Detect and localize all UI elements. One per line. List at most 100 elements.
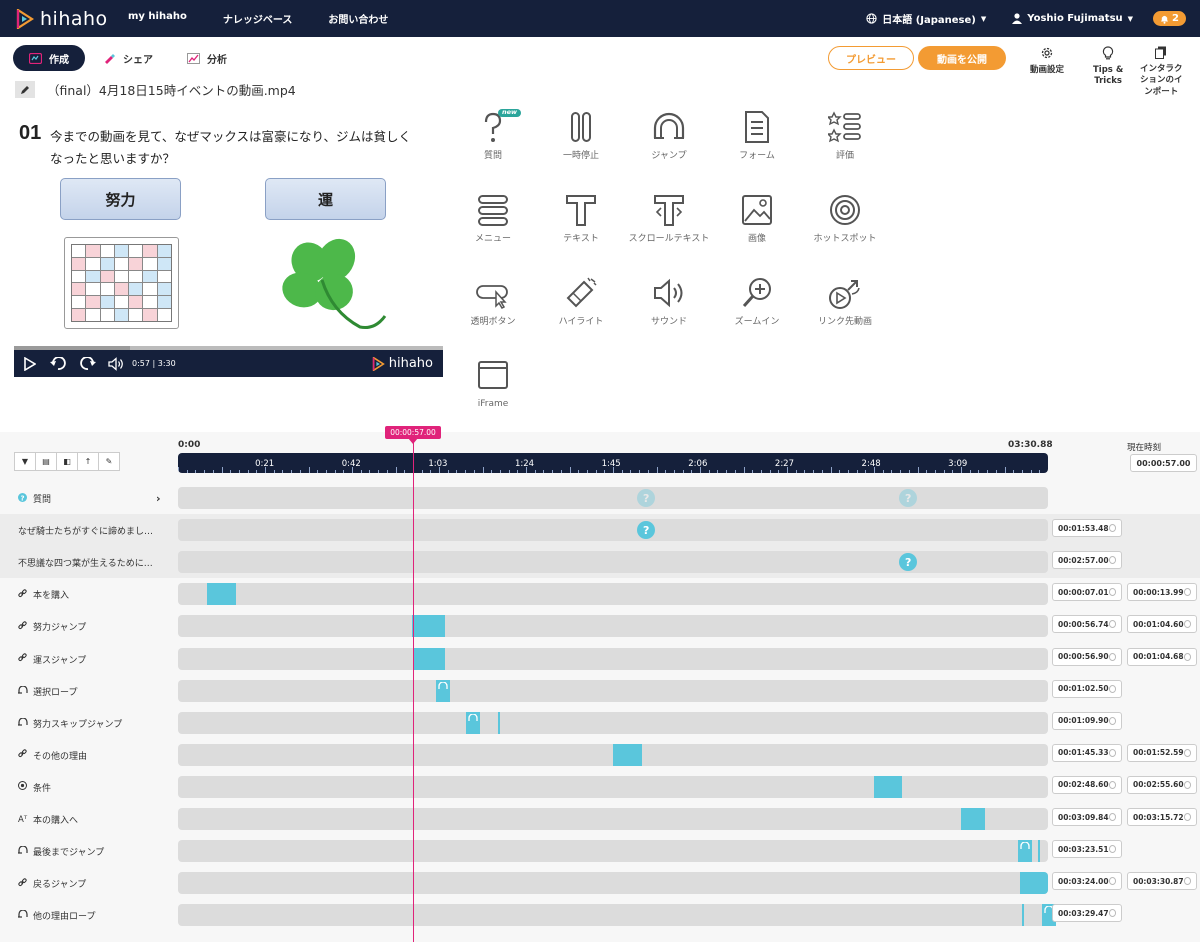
timeline-row[interactable]: 戻るジャンプ 00:03:24.00 00:03:30.87: [0, 867, 1200, 899]
language-selector[interactable]: 日本語 (Japanese) ▼: [866, 11, 986, 26]
nav-link-knowledge-base[interactable]: ナレッジベース: [223, 11, 293, 26]
preview-button[interactable]: プレビュー: [828, 46, 914, 70]
start-time-field[interactable]: 00:03:09.84: [1052, 808, 1122, 826]
timeline-row[interactable]: 他の理由ロープ 00:03:29.47: [0, 899, 1200, 931]
video-preview[interactable]: 01 今までの動画を見て、なぜマックスは富豪になり、ジムは貧しく なったと思いま…: [14, 110, 443, 377]
timeline-track[interactable]: ??: [178, 487, 1048, 509]
publish-button[interactable]: 動画を公開: [918, 46, 1006, 70]
timeline-track[interactable]: ?: [178, 551, 1048, 574]
widget-transparent-button[interactable]: 透明ボタン: [452, 276, 534, 328]
timeline-row[interactable]: 本を購入 00:00:07.01 00:00:13.99: [0, 578, 1200, 610]
playhead-line[interactable]: [413, 432, 414, 942]
widget-image[interactable]: 画像: [716, 193, 798, 245]
jump-target-marker[interactable]: [497, 711, 500, 734]
interaction-segment[interactable]: [1019, 872, 1048, 895]
widget-rating[interactable]: 評価: [804, 110, 886, 162]
start-time-field[interactable]: 00:01:53.48: [1052, 519, 1122, 538]
play-button[interactable]: [23, 356, 36, 371]
timeline-row[interactable]: 努力ジャンプ 00:00:56.74 00:01:04.60: [0, 610, 1200, 642]
timeline-row[interactable]: 最後までジャンプ 00:03:23.51: [0, 835, 1200, 867]
interaction-segment[interactable]: [873, 775, 903, 798]
start-time-field[interactable]: 00:01:09.90: [1052, 711, 1122, 730]
list-icon[interactable]: ▤: [35, 452, 57, 471]
tab-analytics[interactable]: 分析: [171, 45, 243, 71]
nav-link-my-hihaho[interactable]: my hihaho: [128, 11, 187, 26]
current-time-field[interactable]: 00:00:57.00: [1130, 454, 1197, 472]
timeline-track[interactable]: [178, 647, 1048, 670]
timeline-row[interactable]: 運スジャンプ 00:00:56.90 00:01:04.68: [0, 643, 1200, 675]
pin-icon[interactable]: ↑: [77, 452, 99, 471]
start-time-field[interactable]: 00:03:24.00: [1052, 872, 1122, 891]
tab-create[interactable]: 作成: [13, 45, 85, 71]
end-time-field[interactable]: 00:03:30.87: [1127, 872, 1197, 891]
answer-button-luck[interactable]: 運: [265, 178, 386, 220]
edit-title-button[interactable]: [15, 81, 35, 98]
start-time-field[interactable]: 00:00:56.74: [1052, 615, 1122, 634]
start-time-field[interactable]: 00:02:48.60: [1052, 775, 1122, 794]
timeline-track[interactable]: [178, 904, 1057, 927]
start-time-field[interactable]: 00:02:57.00: [1052, 551, 1122, 570]
jump-segment[interactable]: [466, 711, 481, 734]
timeline-row[interactable]: 努力スキップジャンプ 00:01:09.90: [0, 707, 1200, 739]
timeline-track[interactable]: [178, 615, 1048, 638]
widget-sound[interactable]: サウンド: [628, 276, 710, 328]
timeline-track[interactable]: [178, 679, 1048, 702]
start-time-field[interactable]: 00:01:02.50: [1052, 679, 1122, 698]
end-time-field[interactable]: 00:00:13.99: [1127, 583, 1197, 602]
video-settings-button[interactable]: 動画設定: [1030, 46, 1064, 76]
interaction-segment[interactable]: [961, 808, 986, 830]
end-time-field[interactable]: 00:02:55.60: [1127, 775, 1197, 794]
jump-target-marker[interactable]: [1038, 840, 1041, 863]
filter-icon[interactable]: ▼: [14, 452, 36, 471]
widget-menu[interactable]: メニュー: [452, 193, 534, 245]
timeline-row[interactable]: なぜ騎士たちがすぐに諦めまし…? 00:01:53.48: [0, 514, 1200, 547]
forward-button[interactable]: [80, 357, 96, 370]
tab-share[interactable]: シェア: [87, 45, 169, 71]
end-time-field[interactable]: 00:01:04.60: [1127, 615, 1197, 634]
volume-button[interactable]: [108, 356, 124, 371]
timeline-row[interactable]: Aᵀ 本の購入へ 00:03:09.84 00:03:15.72: [0, 803, 1200, 835]
jump-target-marker[interactable]: [1021, 904, 1024, 927]
timeline-row[interactable]: 条件 00:02:48.60 00:02:55.60: [0, 771, 1200, 803]
timeline-row[interactable]: ? 質問 ›??: [0, 482, 1200, 514]
widget-iframe[interactable]: iFrame: [452, 358, 534, 410]
start-time-field[interactable]: 00:00:07.01: [1052, 583, 1122, 602]
timeline-track[interactable]: ?: [178, 519, 1048, 542]
widget-form[interactable]: フォーム: [716, 110, 798, 162]
widget-highlight[interactable]: ハイライト: [540, 276, 622, 328]
tips-button[interactable]: Tips & Tricks: [1093, 46, 1123, 88]
user-menu[interactable]: Yoshio Fujimatsu ▼: [1012, 13, 1133, 24]
answer-button-effort[interactable]: 努力: [60, 178, 181, 220]
question-marker[interactable]: ?: [637, 521, 656, 540]
widget-question[interactable]: new 質問: [452, 108, 534, 162]
chevron-right-icon[interactable]: ›: [156, 492, 161, 505]
start-time-field[interactable]: 00:03:23.51: [1052, 840, 1122, 859]
timeline-row[interactable]: 不思議な四つ葉が生えるために…? 00:02:57.00: [0, 546, 1200, 579]
question-marker[interactable]: ?: [637, 489, 656, 507]
widget-pause[interactable]: 一時停止: [540, 110, 622, 162]
start-time-field[interactable]: 00:01:45.33: [1052, 743, 1122, 762]
jump-segment[interactable]: [1017, 840, 1032, 863]
notifications-button[interactable]: 2: [1153, 11, 1186, 26]
timeline-track[interactable]: [178, 775, 1048, 798]
playhead-marker[interactable]: [408, 438, 418, 444]
timeline-row[interactable]: その他の理由 00:01:45.33 00:01:52.59: [0, 739, 1200, 771]
interaction-segment[interactable]: [412, 647, 445, 670]
end-time-field[interactable]: 00:01:52.59: [1127, 743, 1197, 762]
rewind-button[interactable]: [50, 357, 66, 370]
timeline-row[interactable]: 選択ロープ 00:01:02.50: [0, 675, 1200, 707]
widget-text[interactable]: テキスト: [540, 193, 622, 245]
interaction-segment[interactable]: [412, 615, 445, 638]
question-marker[interactable]: ?: [899, 489, 918, 507]
timeline-track[interactable]: [178, 583, 1048, 606]
start-time-field[interactable]: 00:03:29.47: [1052, 904, 1122, 923]
layers-icon[interactable]: ◧: [56, 452, 78, 471]
widget-scroll-text[interactable]: スクロールテキスト: [628, 193, 710, 245]
timeline-track[interactable]: [178, 872, 1048, 895]
import-interactions-button[interactable]: インタラク ションのイ ンポート: [1140, 46, 1183, 98]
nav-link-contact[interactable]: お問い合わせ: [328, 11, 388, 26]
end-time-field[interactable]: 00:03:15.72: [1127, 808, 1197, 826]
jump-segment[interactable]: [435, 679, 450, 702]
timeline-track[interactable]: [178, 808, 1048, 830]
timeline-track[interactable]: [178, 840, 1048, 863]
